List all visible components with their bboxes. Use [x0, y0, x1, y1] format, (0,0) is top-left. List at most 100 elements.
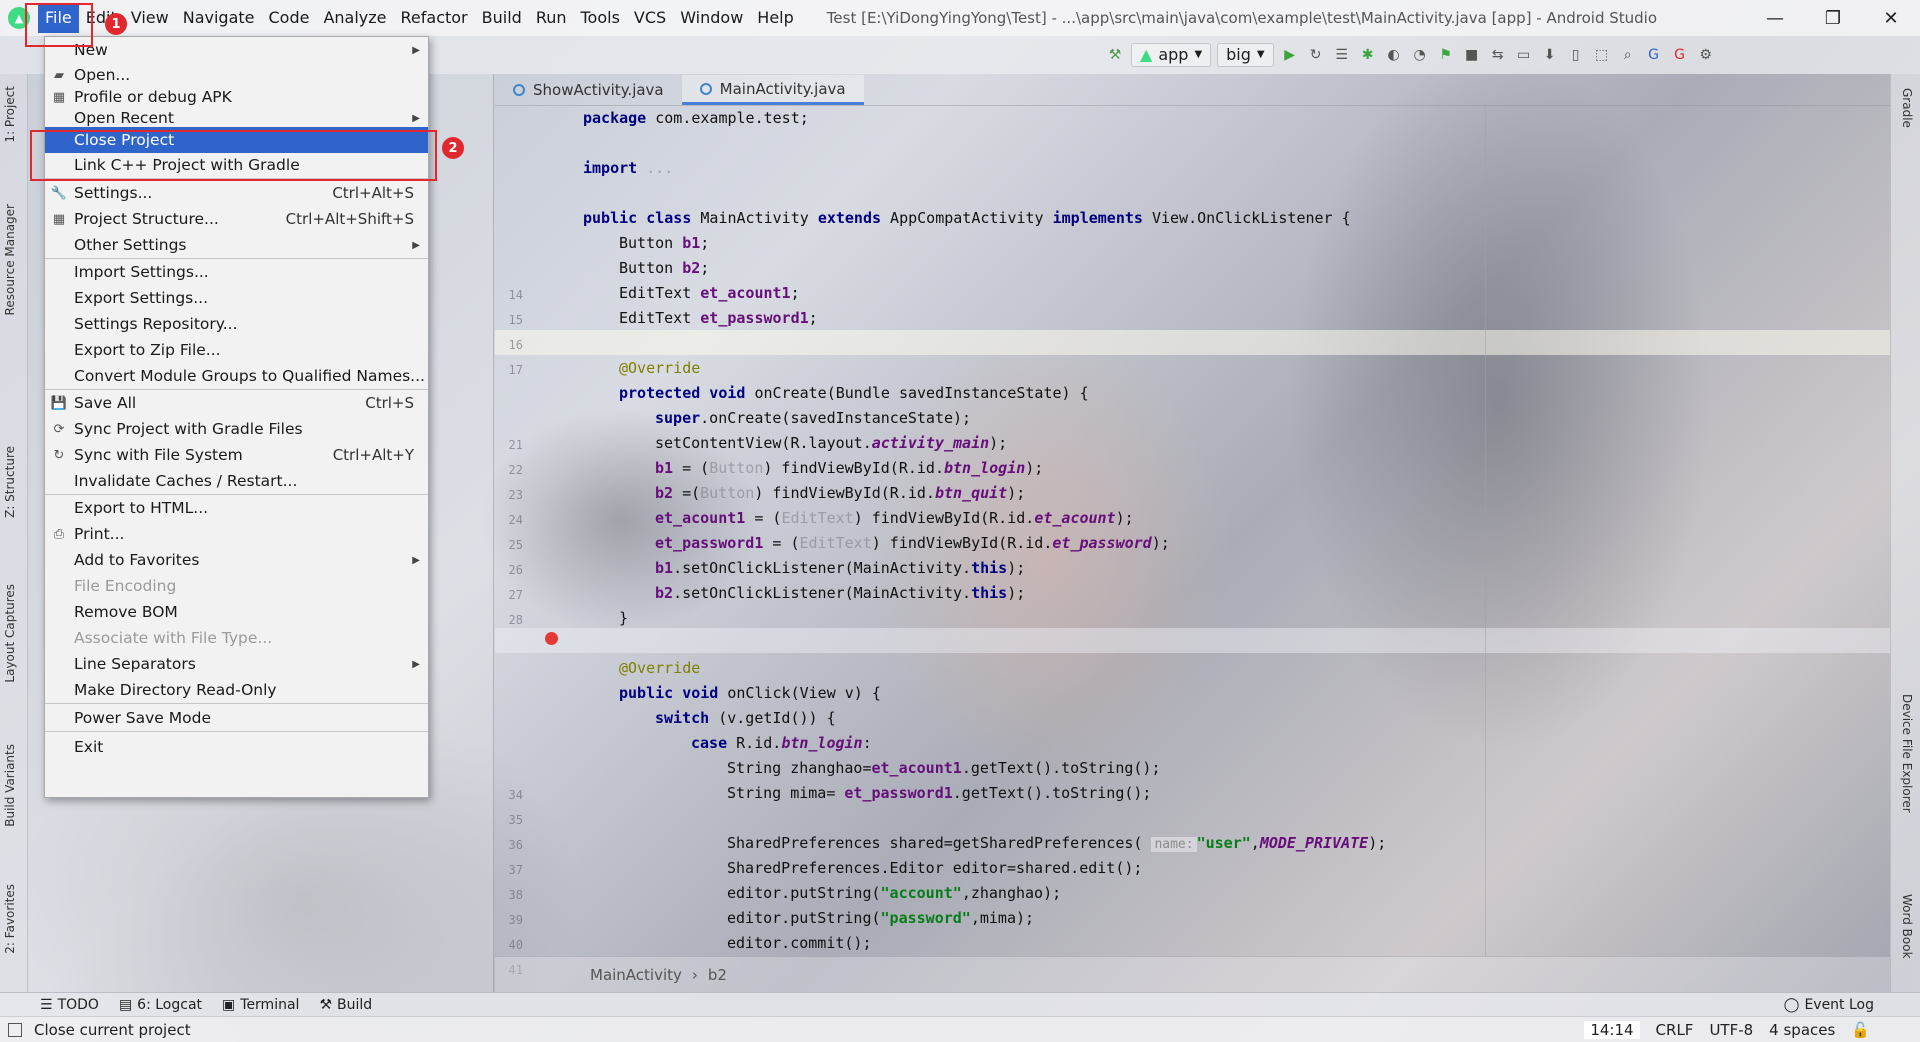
breadcrumb-field[interactable]: b2 — [708, 966, 727, 984]
tab-layout-captures[interactable]: Layout Captures — [3, 584, 17, 683]
status-bar: Close current project 14:14 CRLF UTF-8 4… — [0, 1016, 1920, 1042]
list-icon: ☰ — [40, 996, 53, 1013]
tab-main-activity[interactable]: MainActivity.java — [681, 75, 864, 105]
highlight-file-menu — [25, 3, 93, 47]
code-line: @Override — [619, 659, 701, 677]
sync-gradle-icon[interactable]: ⇆ — [1488, 45, 1508, 65]
tab-word-book[interactable]: Word Book — [1900, 894, 1914, 959]
menu-item-remove-bom[interactable]: Remove BOM — [45, 599, 428, 625]
line-number: 37 — [508, 863, 523, 877]
device-manager-icon[interactable]: ▯ — [1566, 45, 1586, 65]
menu-item-project-structure[interactable]: ▦ Project Structure... Ctrl+Alt+Shift+S — [45, 206, 428, 232]
hammer-icon[interactable]: ⚒ — [1105, 45, 1125, 65]
minimize-button[interactable]: — — [1746, 0, 1804, 36]
tab-project[interactable]: 1: Project — [3, 86, 17, 143]
tab-resource-manager[interactable]: Resource Manager — [3, 204, 17, 315]
menu-analyze[interactable]: Analyze — [316, 3, 393, 33]
menu-item-export-html[interactable]: Export to HTML... — [45, 495, 428, 521]
menu-item-exit[interactable]: Exit — [45, 734, 428, 760]
menu-item-convert-module-groups[interactable]: Convert Module Groups to Qualified Names… — [45, 363, 428, 389]
menu-item-import-settings[interactable]: Import Settings... — [45, 259, 428, 285]
attach-debugger-icon[interactable]: ⚑ — [1436, 45, 1456, 65]
restore-button[interactable]: ❐ — [1804, 0, 1862, 36]
menu-tools[interactable]: Tools — [574, 3, 627, 33]
tab-build-variants[interactable]: Build Variants — [3, 744, 17, 827]
menu-build[interactable]: Build — [475, 3, 529, 33]
apply-changes-icon[interactable]: ↻ — [1306, 45, 1326, 65]
code-line: protected void onCreate(Bundle savedInst… — [619, 384, 1089, 402]
line-separator[interactable]: CRLF — [1656, 1021, 1694, 1039]
code-line: package com.example.test; — [583, 109, 809, 127]
menu-item-sync-gradle[interactable]: ⟳ Sync Project with Gradle Files — [45, 416, 428, 442]
code-line: b1 = (Button) findViewById(R.id.btn_logi… — [655, 459, 1044, 477]
menu-item-other-settings[interactable]: Other Settings ▶ — [45, 232, 428, 258]
coverage-icon[interactable]: ◐ — [1384, 45, 1404, 65]
terminal-tool-button[interactable]: ▣ Terminal — [222, 997, 299, 1013]
breadcrumb-class[interactable]: MainActivity — [590, 966, 682, 984]
project-structure-icon: ▦ — [52, 211, 66, 227]
close-window-button[interactable]: ✕ — [1862, 0, 1920, 36]
menu-item-line-separators[interactable]: Line Separators ▶ — [45, 651, 428, 677]
plugin-icon[interactable]: G — [1670, 45, 1690, 65]
menu-vcs[interactable]: VCS — [627, 3, 673, 33]
lock-icon[interactable]: 🔓 — [1851, 1021, 1870, 1039]
line-number: 21 — [508, 438, 523, 452]
status-toggle-icon[interactable] — [8, 1022, 22, 1037]
line-number: 25 — [508, 538, 523, 552]
todo-tool-button[interactable]: ☰ TODO — [40, 997, 99, 1013]
code-line: SharedPreferences shared=getSharedPrefer… — [727, 834, 1387, 852]
menu-item-export-settings[interactable]: Export Settings... — [45, 285, 428, 311]
code-area[interactable]: package com.example.test; import ... pub… — [583, 106, 1860, 956]
menu-refactor[interactable]: Refactor — [394, 3, 475, 33]
menu-view[interactable]: View — [124, 3, 176, 33]
menu-separator — [45, 703, 428, 704]
menu-help[interactable]: Help — [750, 3, 800, 33]
file-encoding[interactable]: UTF-8 — [1709, 1021, 1753, 1039]
layout-inspector-icon[interactable]: ⬚ — [1592, 45, 1612, 65]
menu-item-sync-file-system[interactable]: ↻ Sync with File System Ctrl+Alt+Y — [45, 442, 428, 468]
menu-item-new[interactable]: New ▶ — [45, 37, 428, 63]
menu-bar: ▲ File Edit View Navigate Code Analyze R… — [0, 0, 1920, 36]
tab-structure[interactable]: Z: Structure — [3, 446, 17, 518]
menu-item-make-read-only[interactable]: Make Directory Read-Only — [45, 677, 428, 703]
tab-gradle[interactable]: Gradle — [1900, 88, 1914, 128]
avd-manager-icon[interactable]: ▭ — [1514, 45, 1534, 65]
translate-icon[interactable]: G — [1644, 45, 1664, 65]
menu-item-save-all[interactable]: 💾 Save All Ctrl+S — [45, 390, 428, 416]
build-tool-button[interactable]: ⚒ Build — [319, 997, 372, 1013]
menu-item-invalidate-caches[interactable]: Invalidate Caches / Restart... — [45, 468, 428, 494]
menu-window[interactable]: Window — [673, 3, 750, 33]
menu-item-print[interactable]: ⎙ Print... — [45, 521, 428, 547]
tab-device-file-explorer[interactable]: Device File Explorer — [1900, 694, 1914, 813]
menu-item-file-encoding: File Encoding — [74, 577, 177, 595]
toolbar-run-group: ⚒ ▲ app ▼ big ▼ ▶ ↻ ☰ ✱ ◐ ◔ ⚑ ■ ⇆ ▭ ⬇ ▯ … — [1105, 42, 1716, 68]
tab-show-activity[interactable]: ShowActivity.java — [495, 75, 682, 105]
settings-gear-icon[interactable]: ⚙ — [1696, 45, 1716, 65]
menu-item-settings[interactable]: 🔧 Settings... Ctrl+Alt+S — [45, 180, 428, 206]
logcat-tool-button[interactable]: ▤ 6: Logcat — [119, 997, 202, 1013]
menu-item-export-zip[interactable]: Export to Zip File... — [45, 337, 428, 363]
chevron-down-icon: ▼ — [1194, 49, 1203, 60]
run-icon[interactable]: ▶ — [1280, 45, 1300, 65]
search-icon[interactable]: ⌕ — [1618, 45, 1638, 65]
sdk-manager-icon[interactable]: ⬇ — [1540, 45, 1560, 65]
menu-run[interactable]: Run — [529, 3, 574, 33]
menu-item-settings-repository[interactable]: Settings Repository... — [45, 311, 428, 337]
profile-icon[interactable]: ◔ — [1410, 45, 1430, 65]
tab-favorites[interactable]: 2: Favorites — [3, 884, 17, 954]
menu-item-power-save[interactable]: Power Save Mode — [45, 705, 428, 731]
menu-item-add-favorites[interactable]: Add to Favorites ▶ — [45, 547, 428, 573]
tab-label: MainActivity.java — [719, 79, 846, 98]
menu-navigate[interactable]: Navigate — [176, 3, 262, 33]
breakpoint-icon[interactable] — [545, 632, 558, 645]
stop-icon[interactable]: ■ — [1462, 45, 1482, 65]
event-log-button[interactable]: ◯ Event Log — [1784, 997, 1874, 1013]
refresh-icon: ↻ — [53, 447, 65, 463]
device-select[interactable]: big ▼ — [1217, 43, 1274, 67]
indent-setting[interactable]: 4 spaces — [1769, 1021, 1835, 1039]
caret-position[interactable]: 14:14 — [1584, 1021, 1640, 1039]
debug-icon[interactable]: ✱ — [1358, 45, 1378, 65]
run-config-select[interactable]: ▲ app ▼ — [1131, 43, 1212, 67]
menu-code[interactable]: Code — [262, 3, 317, 33]
list-icon[interactable]: ☰ — [1332, 45, 1352, 65]
